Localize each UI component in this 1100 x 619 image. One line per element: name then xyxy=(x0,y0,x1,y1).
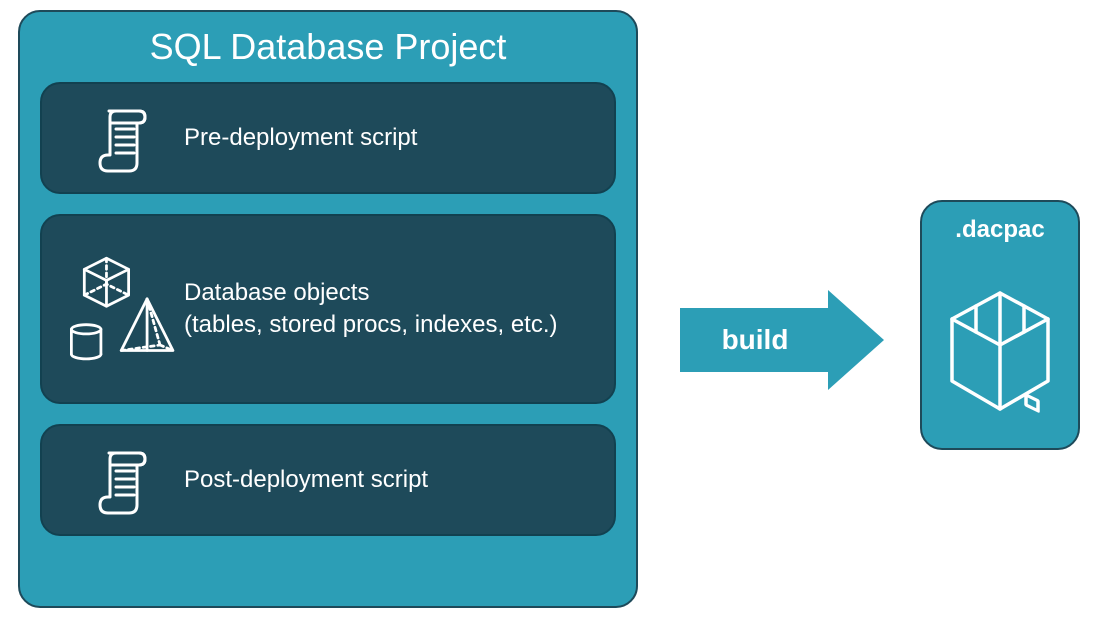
output-panel: .dacpac xyxy=(920,200,1080,450)
diagram-stage: SQL Database Project Pre-deployment scri… xyxy=(0,0,1100,619)
arrow-head-icon xyxy=(828,290,884,390)
shapes-icon xyxy=(64,244,184,374)
build-arrow: build xyxy=(680,290,890,390)
arrow-body: build xyxy=(680,308,830,372)
scroll-icon xyxy=(64,445,184,515)
card-database-objects-label-line2: (tables, stored procs, indexes, etc.) xyxy=(184,311,558,338)
card-post-deployment: Post-deployment script xyxy=(40,424,616,536)
project-title: SQL Database Project xyxy=(40,26,616,68)
card-post-deployment-label: Post-deployment script xyxy=(184,464,592,496)
card-database-objects-label-line1: Database objects xyxy=(184,279,369,306)
project-panel: SQL Database Project Pre-deployment scri… xyxy=(18,10,638,608)
card-pre-deployment: Pre-deployment script xyxy=(40,82,616,194)
output-label: .dacpac xyxy=(955,216,1044,244)
card-pre-deployment-label: Pre-deployment script xyxy=(184,122,592,154)
card-database-objects: Database objects (tables, stored procs, … xyxy=(40,214,616,404)
card-database-objects-label: Database objects (tables, stored procs, … xyxy=(184,277,592,342)
scroll-icon xyxy=(64,103,184,173)
build-arrow-label: build xyxy=(722,324,789,356)
package-box-icon xyxy=(922,254,1078,448)
